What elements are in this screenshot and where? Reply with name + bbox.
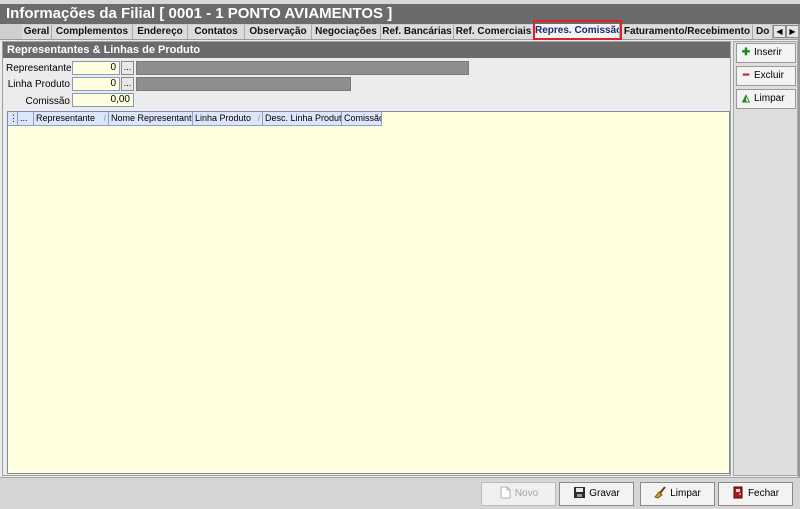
grid-col-comissao[interactable]: Comissão (342, 112, 382, 126)
tab-complementos[interactable]: Complementos (52, 25, 133, 39)
side-action-panel: ✚ Inserir ━ Excluir ◭ Limpar (733, 41, 798, 476)
grid-col-nome-representante[interactable]: Nome Representante (109, 112, 193, 126)
representante-input[interactable]: 0 (72, 61, 120, 75)
section-title: Representantes & Linhas de Produto (3, 42, 730, 58)
fechar-button[interactable]: Fechar (718, 482, 793, 506)
grid-header: ⋮ ... Representante / Nome Representante … (8, 112, 382, 126)
tab-geral[interactable]: Geral (22, 25, 52, 39)
linha-produto-lookup-button[interactable]: ... (121, 77, 134, 91)
grid-indicator-icon[interactable]: ⋮ (8, 112, 18, 126)
main-panel: Representantes & Linhas de Produto Repre… (2, 41, 731, 476)
tab-contatos[interactable]: Contatos (188, 25, 245, 39)
representante-description (136, 61, 469, 75)
grid-col-desc-linha-produto[interactable]: Desc. Linha Produto (263, 112, 342, 126)
sort-icon: / (257, 114, 260, 123)
grid-col-selector[interactable]: ... (18, 112, 34, 126)
comissao-input[interactable]: 0,00 (72, 93, 134, 107)
plus-icon: ✚ (741, 47, 751, 58)
gravar-button[interactable]: Gravar (559, 482, 634, 506)
save-disk-icon (573, 486, 586, 499)
tab-observacao[interactable]: Observação (245, 25, 312, 39)
linha-produto-description (136, 77, 351, 91)
representantes-grid[interactable]: ⋮ ... Representante / Nome Representante … (7, 111, 730, 474)
broom-icon (654, 486, 667, 499)
tab-repres-comissao[interactable]: Repres. Comissão (535, 24, 620, 39)
footer-bar: Novo Gravar Limpar Fechar (0, 477, 800, 509)
new-document-icon (499, 486, 512, 499)
tab-strip: Geral Complementos Endereço Contatos Obs… (0, 24, 800, 40)
linha-produto-label: Linha Produto (7, 79, 70, 90)
excluir-button[interactable]: ━ Excluir (736, 66, 796, 86)
tab-ref-comerciais[interactable]: Ref. Comerciais (454, 25, 534, 39)
representante-lookup-button[interactable]: ... (121, 61, 134, 75)
inserir-button[interactable]: ✚ Inserir (736, 43, 796, 63)
sort-icon: / (103, 114, 106, 123)
tab-negociacoes[interactable]: Negociações (312, 25, 381, 39)
tab-do-truncated[interactable]: Do (753, 25, 773, 39)
tab-endereco[interactable]: Endereço (133, 25, 188, 39)
grid-col-linha-produto[interactable]: Linha Produto / (193, 112, 263, 126)
linha-produto-input[interactable]: 0 (72, 77, 120, 91)
tab-faturamento-recebimento[interactable]: Faturamento/Recebimento (622, 25, 753, 39)
tab-scroll-left-icon[interactable]: ◀ (773, 25, 786, 38)
limpar-side-button[interactable]: ◭ Limpar (736, 89, 796, 109)
window-title: Informações da Filial [ 0001 - 1 PONTO A… (0, 4, 800, 24)
novo-button[interactable]: Novo (481, 482, 556, 506)
eraser-icon: ◭ (742, 93, 750, 104)
exit-door-icon (732, 486, 745, 499)
comissao-label: Comissão (25, 96, 70, 107)
limpar-footer-button[interactable]: Limpar (640, 482, 715, 506)
grid-col-representante[interactable]: Representante / (34, 112, 109, 126)
tab-ref-bancarias[interactable]: Ref. Bancárias (381, 25, 454, 39)
minus-icon: ━ (742, 70, 750, 81)
representante-label: Representante (6, 63, 72, 74)
